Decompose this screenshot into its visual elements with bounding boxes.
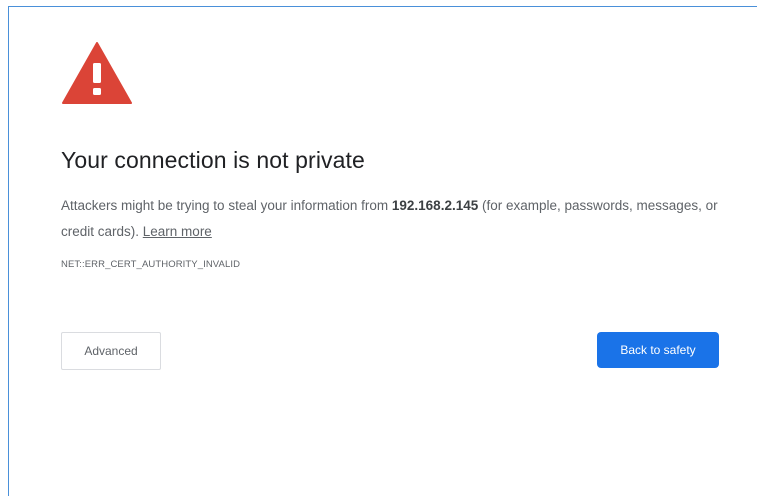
- error-code: NET::ERR_CERT_AUTHORITY_INVALID: [61, 258, 241, 270]
- advanced-button[interactable]: Advanced: [61, 331, 161, 370]
- warning-message: Attackers might be trying to steal your …: [61, 193, 725, 245]
- warning-triangle-icon: [62, 42, 132, 104]
- learn-more-link[interactable]: Learn more: [143, 224, 212, 239]
- browser-viewport: Your connection is not private Attackers…: [8, 6, 757, 496]
- back-to-safety-button[interactable]: Back to safety: [597, 331, 719, 368]
- host-address: 192.168.2.145: [391, 197, 479, 213]
- button-row: Advanced Back to safety: [61, 331, 725, 372]
- interstitial-content: Your connection is not private Attackers…: [61, 41, 725, 372]
- message-text-start: Attackers might be trying to steal your …: [61, 197, 392, 213]
- page-title: Your connection is not private: [61, 147, 365, 173]
